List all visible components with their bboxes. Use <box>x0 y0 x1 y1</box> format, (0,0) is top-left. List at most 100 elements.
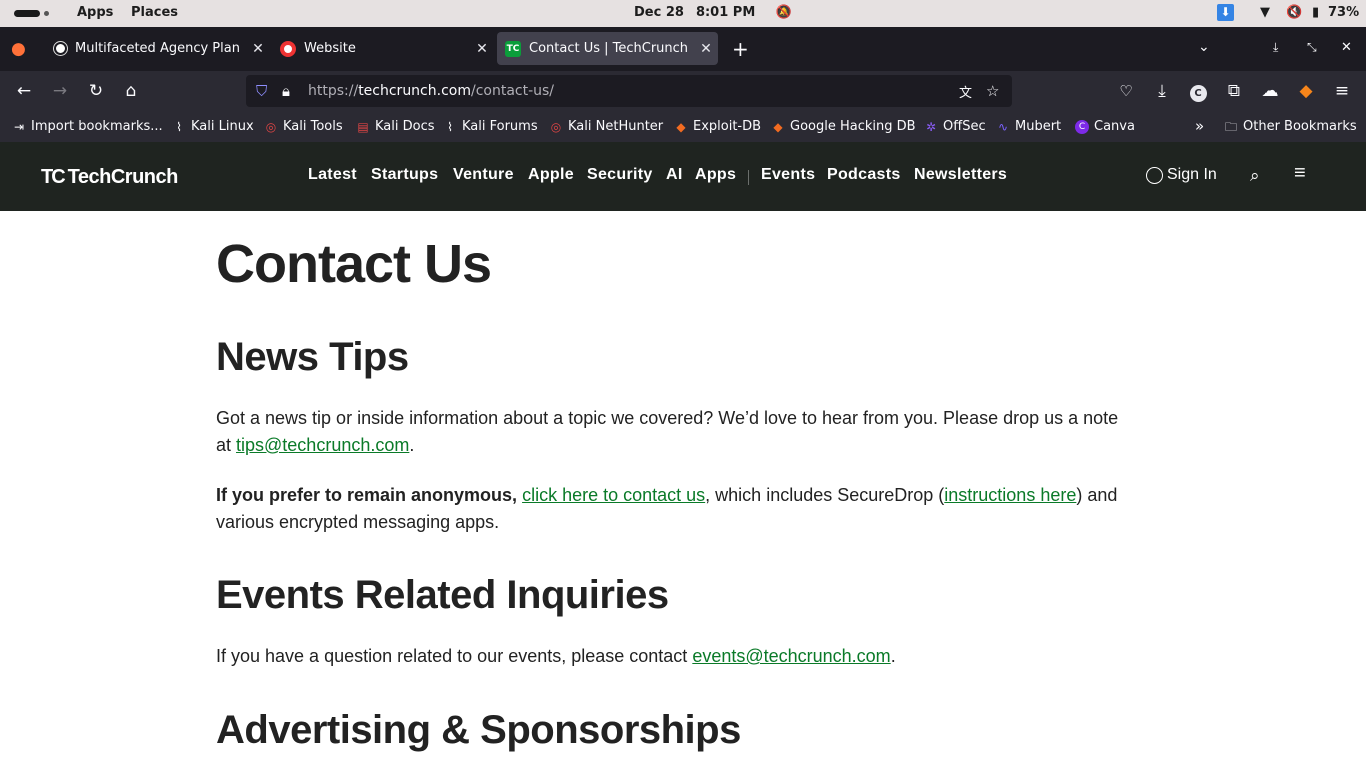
apps-menu[interactable]: Apps <box>77 5 113 20</box>
bookmarks-toolbar: ⇥ Import bookmarks... ⌇ Kali Linux ◎ Kali T… <box>0 111 1366 142</box>
home-icon[interactable]: ⌂ <box>119 79 143 103</box>
kali-tools-icon: ◎ <box>265 119 277 134</box>
bookmark-kali-nethunter[interactable]: ◎ Kali NetHunter <box>549 119 663 134</box>
forward-arrow-icon[interactable]: → <box>48 79 72 103</box>
anonymous-paragraph: If you prefer to remain anonymous, click… <box>216 485 1118 532</box>
firefox-menu-icon[interactable]: ● <box>11 39 26 59</box>
offsec-icon: ✲ <box>925 119 937 134</box>
tab-title: Website <box>304 41 356 56</box>
events-email-link[interactable]: events@techcrunch.com <box>692 646 890 666</box>
address-bar[interactable]: ⛉ 🔒︎ https://techcrunch.com/contact-us/ … <box>246 75 1012 107</box>
events-paragraph: If you have a question related to our ev… <box>216 646 896 666</box>
kali-nethunter-icon: ◎ <box>550 119 562 134</box>
reload-icon[interactable]: ↻ <box>84 79 108 103</box>
tab-website[interactable]: Website ✕ <box>272 32 494 65</box>
tc-logo-text: TechCrunch <box>67 166 179 188</box>
nav-apple[interactable]: Apple <box>528 166 574 184</box>
nav-venture[interactable]: Venture <box>453 166 514 184</box>
tab-contact-us-techcrunch[interactable]: TC Contact Us | TechCrunch ✕ <box>497 32 718 65</box>
website-favicon-icon <box>280 40 296 57</box>
update-download-icon[interactable]: ⬇ <box>1217 4 1234 21</box>
extension-blob-icon[interactable]: ☁ <box>1258 79 1282 103</box>
metamask-fox-icon[interactable]: ◆ <box>1294 79 1318 103</box>
sign-in-label: Sign In <box>1167 166 1217 183</box>
url-text[interactable]: https://techcrunch.com/contact-us/ <box>308 83 554 99</box>
search-icon[interactable]: ⌕ <box>1250 166 1260 186</box>
chatgpt-favicon-icon <box>54 42 67 55</box>
import-icon: ⇥ <box>13 119 25 134</box>
nav-security[interactable]: Security <box>587 166 653 184</box>
kali-forums-icon: ⌇ <box>447 119 453 134</box>
bookmark-kali-docs[interactable]: ▤ Kali Docs <box>356 119 434 134</box>
back-arrow-icon[interactable]: ← <box>12 79 36 103</box>
new-tab-button[interactable]: + <box>732 37 749 61</box>
nav-latest[interactable]: Latest <box>308 166 357 184</box>
bookmark-google-hacking-db[interactable]: ◆ Google Hacking DB <box>771 119 915 134</box>
close-tab-icon[interactable]: ✕ <box>694 41 718 57</box>
bookmark-star-icon[interactable]: ☆ <box>986 82 999 100</box>
instructions-here-link[interactable]: instructions here <box>944 485 1076 505</box>
clock[interactable]: Dec 28 8:01 PM 🔕 <box>634 5 804 20</box>
bookmark-kali-forums[interactable]: ⌇ Kali Forums <box>443 119 538 134</box>
nav-podcasts[interactable]: Podcasts <box>827 166 901 184</box>
close-tab-icon[interactable]: ✕ <box>470 41 494 57</box>
browser-tab-strip: ● Multifaceted Agency Plan ✕ Website ✕ T… <box>0 27 1366 71</box>
bookmark-mubert[interactable]: ∿ Mubert <box>996 119 1061 134</box>
places-menu[interactable]: Places <box>131 5 178 20</box>
activities-indicator[interactable] <box>14 10 40 17</box>
other-bookmarks-folder[interactable]: 🗀 Other Bookmarks <box>1224 119 1357 134</box>
close-window-icon[interactable]: ✕ <box>1341 40 1352 55</box>
bookmark-canva[interactable]: C Canva <box>1075 119 1135 134</box>
restore-window-icon[interactable]: ⤡ <box>1307 40 1317 55</box>
extensions-puzzle-icon[interactable]: ⧉ <box>1222 79 1246 103</box>
close-tab-icon[interactable]: ✕ <box>246 41 270 57</box>
account-c-icon[interactable]: C <box>1186 79 1210 103</box>
advertising-heading: Advertising & Sponsorships <box>216 708 741 752</box>
user-circle-icon <box>1146 166 1163 184</box>
time: 8:01 PM <box>695 5 756 20</box>
list-all-tabs-chevron-down-icon[interactable]: ⌄ <box>1198 39 1210 55</box>
techcrunch-favicon-icon: TC <box>505 40 521 57</box>
more-bookmarks-chevron-icon[interactable]: » <box>1195 117 1204 135</box>
page-title: Contact Us <box>216 234 492 294</box>
lock-icon[interactable]: 🔒︎ <box>282 82 290 100</box>
bookmark-exploit-db[interactable]: ◆ Exploit-DB <box>674 119 761 134</box>
nav-events[interactable]: Events <box>761 166 815 184</box>
volume-muted-icon[interactable]: 🔇 <box>1286 5 1302 20</box>
bookmark-kali-tools[interactable]: ◎ Kali Tools <box>264 119 343 134</box>
techcrunch-logo[interactable]: TC TechCrunch <box>41 166 178 189</box>
tab-multifaceted-agency-plan[interactable]: Multifaceted Agency Plan ✕ <box>46 32 270 65</box>
sign-in-link[interactable]: Sign In <box>1146 166 1217 184</box>
google-hacking-db-icon: ◆ <box>773 119 783 134</box>
tc-logo-mark: TC <box>41 166 66 188</box>
kali-dragon-icon: ⌇ <box>176 119 182 134</box>
exploit-db-icon: ◆ <box>676 119 686 134</box>
date: Dec 28 <box>634 5 684 20</box>
wifi-icon[interactable]: ▼ <box>1260 5 1270 20</box>
nav-newsletters[interactable]: Newsletters <box>914 166 1007 184</box>
notifications-muted-icon: 🔕 <box>775 5 792 20</box>
tips-email-link[interactable]: tips@techcrunch.com <box>236 435 409 455</box>
downloads-icon[interactable]: ⤓ <box>1150 79 1174 103</box>
battery-percent: 73% <box>1328 5 1360 20</box>
bookmark-kali-linux[interactable]: ⌇ Kali Linux <box>172 119 254 134</box>
battery-icon[interactable]: ▮ <box>1312 5 1319 20</box>
translate-icon[interactable]: 文 <box>959 82 972 101</box>
nav-apps[interactable]: Apps <box>695 166 736 184</box>
tracking-protection-shield-icon[interactable]: ⛉ <box>256 82 267 100</box>
click-here-to-contact-link[interactable]: click here to contact us <box>522 485 705 505</box>
nav-startups[interactable]: Startups <box>371 166 438 184</box>
bookmark-import[interactable]: ⇥ Import bookmarks... <box>12 119 163 134</box>
minimize-window-icon[interactable]: ⤓ <box>1273 40 1278 55</box>
nav-divider <box>748 170 749 185</box>
system-top-bar: Apps Places Dec 28 8:01 PM 🔕 ⬇ ▼ 🔇 ▮ 73% <box>0 0 1366 27</box>
bookmark-offsec[interactable]: ✲ OffSec <box>924 119 986 134</box>
app-menu-hamburger-icon[interactable]: ≡ <box>1330 79 1354 103</box>
tab-title: Contact Us | TechCrunch <box>529 41 689 56</box>
events-heading: Events Related Inquiries <box>216 573 669 617</box>
tab-title: Multifaceted Agency Plan <box>75 41 240 56</box>
browser-nav-bar: ← → ↻ ⌂ ⛉ 🔒︎ https://techcrunch.com/cont… <box>0 71 1366 111</box>
menu-hamburger-icon[interactable]: ≡ <box>1294 162 1306 185</box>
pocket-icon[interactable]: ♡ <box>1114 79 1138 103</box>
nav-ai[interactable]: AI <box>666 166 683 184</box>
